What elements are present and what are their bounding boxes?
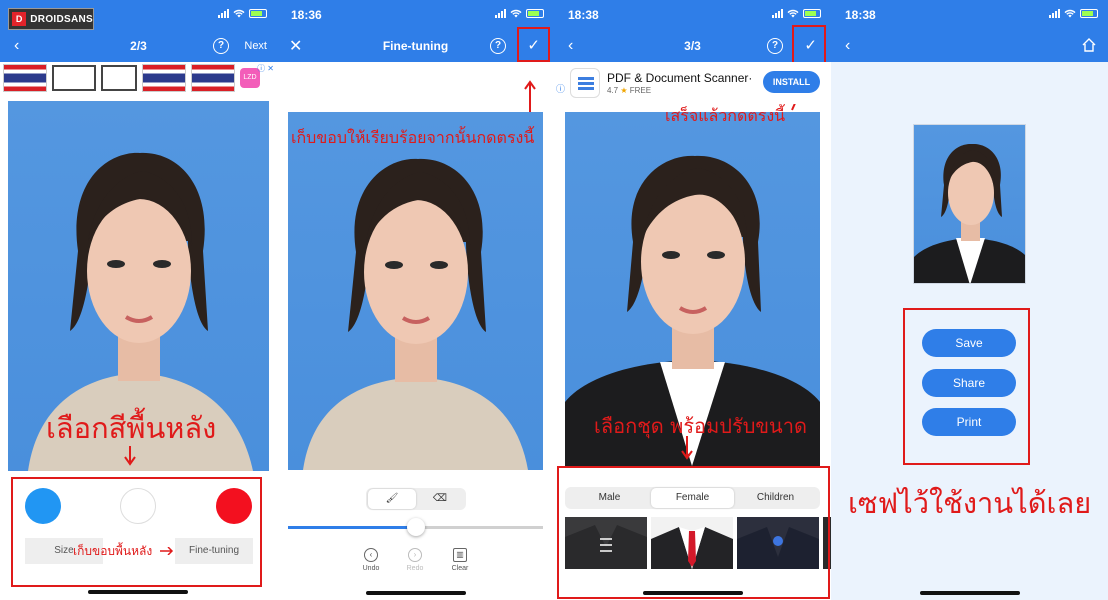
cellular-signal-icon xyxy=(772,9,783,18)
portrait-illustration xyxy=(303,158,528,470)
annotation-tip: เก็บขอบให้เรียบร้อยจากนั้นกดตรงนี้ xyxy=(291,128,535,147)
brush-icon[interactable]: 🖌 xyxy=(368,489,416,509)
wifi-icon xyxy=(1064,9,1076,18)
brush-eraser-toggle[interactable]: 🖌 ⌫ xyxy=(366,488,466,510)
redo-icon: › xyxy=(408,548,422,562)
home-indicator xyxy=(366,591,466,595)
screen-fine-tuning: 18:36 ✕ Fine-tuning ? ✓ เก็บขอบให้เรียบร… xyxy=(277,0,554,600)
nav-bar: ‹ xyxy=(831,30,1108,62)
home-indicator xyxy=(920,591,1020,595)
nav-bar: ‹ 3/3 ? ✓ xyxy=(554,30,831,62)
highlight-box xyxy=(11,477,262,587)
ad-app-rating: 4.7 ★ FREE xyxy=(607,86,652,95)
ad-banner[interactable]: LZD ⓘ ✕ xyxy=(0,62,277,94)
eraser-icon[interactable]: ⌫ xyxy=(416,489,464,509)
annotation-background: เลือกสีพื้นหลัง xyxy=(46,411,217,445)
back-icon[interactable]: ‹ xyxy=(845,37,850,55)
system-icons xyxy=(1049,9,1098,18)
cellular-signal-icon xyxy=(495,9,506,18)
home-indicator xyxy=(88,590,188,594)
status-time: 18:38 xyxy=(845,8,876,22)
system-icons xyxy=(495,9,544,18)
ad-frame-image xyxy=(101,65,137,91)
logo-text: DROIDSANS xyxy=(30,13,93,25)
status-bar: 18:38 xyxy=(554,0,831,30)
undo-label: Undo xyxy=(362,565,380,572)
wifi-icon xyxy=(233,9,245,18)
cellular-signal-icon xyxy=(1049,9,1060,18)
portrait-illustration xyxy=(914,143,1025,283)
screen-background-color: D DROIDSANS ‹ 2/3 ? Next LZD ⓘ ✕ เลือกสี… xyxy=(0,0,277,600)
page-title: 2/3 xyxy=(130,39,147,53)
highlight-box xyxy=(517,27,550,62)
undo-icon: ‹ xyxy=(364,548,378,562)
app-install-ad[interactable]: ⓘ PDF & Document Scanner· 4.7 ★ FREE INS… xyxy=(554,62,831,104)
clear-button[interactable]: ▥ Clear xyxy=(440,548,480,572)
slider-thumb[interactable] xyxy=(406,518,425,536)
undo-button[interactable]: ‹ Undo xyxy=(351,548,391,572)
screen-save: 18:38 ‹ Save Share Print เซฟไว้ใช้งานได้… xyxy=(831,0,1108,600)
annotation-caption: เซฟไว้ใช้งานได้เลย xyxy=(848,486,1092,520)
result-photo xyxy=(913,124,1026,284)
redo-label: Redo xyxy=(406,565,424,572)
ad-frame-image xyxy=(52,65,96,91)
wifi-icon xyxy=(510,9,522,18)
battery-icon xyxy=(803,9,821,18)
nav-bar: ‹ 2/3 ? Next xyxy=(0,30,277,62)
annotation-suit: เลือกชุด พร้อมปรับขนาด xyxy=(594,414,807,438)
battery-icon xyxy=(249,9,267,18)
annotation-done: เสร็จแล้วกดตรงนี้ xyxy=(665,106,786,125)
droidsans-logo: D DROIDSANS xyxy=(8,8,94,30)
battery-icon xyxy=(1080,9,1098,18)
home-indicator xyxy=(643,591,743,595)
help-icon[interactable]: ? xyxy=(767,38,783,54)
ad-close-icon[interactable]: ⓘ ✕ xyxy=(257,63,274,74)
help-icon[interactable]: ? xyxy=(213,38,229,54)
cellular-signal-icon xyxy=(218,9,229,18)
pdf-scanner-app-icon xyxy=(570,68,600,98)
ad-flag-image xyxy=(142,64,186,92)
page-title: 3/3 xyxy=(684,39,701,53)
slider-fill xyxy=(288,526,416,529)
wifi-icon xyxy=(787,9,799,18)
ad-info-icon[interactable]: ⓘ xyxy=(556,82,565,95)
ad-flag-image xyxy=(191,64,235,92)
help-icon[interactable]: ? xyxy=(490,38,506,54)
logo-mark: D xyxy=(12,12,27,26)
clear-label: Clear xyxy=(451,565,469,572)
ad-flag-image xyxy=(3,64,47,92)
status-bar: 18:38 xyxy=(831,0,1108,30)
arrow-down-icon xyxy=(681,436,693,460)
status-time: 18:36 xyxy=(291,8,322,22)
arrow-down-icon xyxy=(124,446,136,466)
redo-button[interactable]: › Redo xyxy=(395,548,435,572)
nav-bar: ✕ Fine-tuning ? ✓ xyxy=(277,30,554,62)
portrait-photo xyxy=(288,112,543,470)
highlight-box xyxy=(903,308,1030,465)
home-icon[interactable] xyxy=(1082,38,1096,52)
next-button[interactable]: Next xyxy=(244,40,267,52)
status-time: 18:38 xyxy=(568,8,599,22)
page-title: Fine-tuning xyxy=(382,39,449,53)
system-icons xyxy=(218,9,267,18)
battery-icon xyxy=(526,9,544,18)
status-bar: 18:36 xyxy=(277,0,554,30)
trash-icon: ▥ xyxy=(453,548,467,562)
system-icons xyxy=(772,9,821,18)
install-button[interactable]: INSTALL xyxy=(763,71,820,93)
highlight-box xyxy=(557,466,830,599)
ad-app-title: PDF & Document Scanner· xyxy=(607,71,753,85)
